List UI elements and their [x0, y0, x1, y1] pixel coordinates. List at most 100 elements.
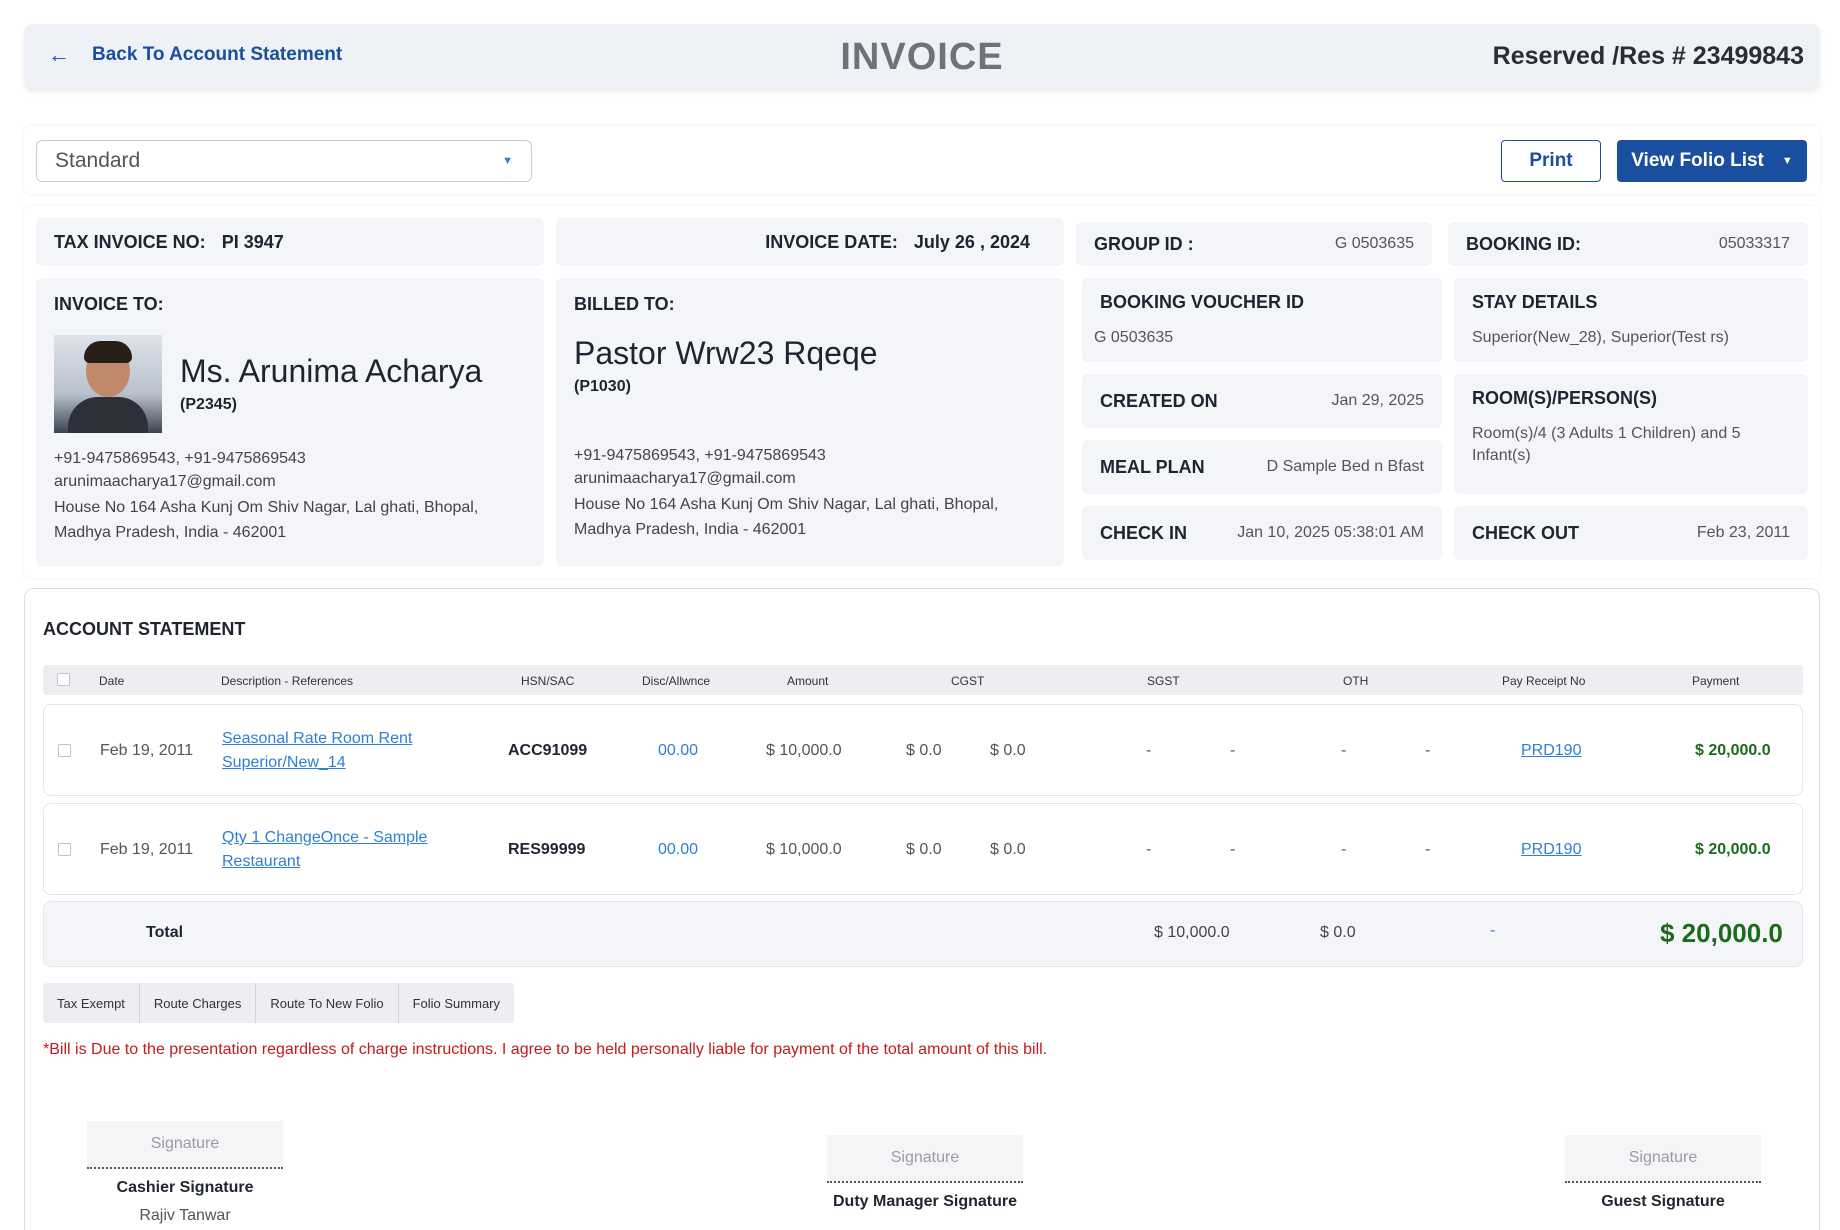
row-disc-link[interactable]: 00.00 [658, 742, 698, 760]
billed-to-phones: +91-9475869543, +91-9475869543 [574, 447, 826, 464]
cashier-signature-label: Cashier Signature [116, 1179, 254, 1196]
row-date: Feb 19, 2011 [100, 841, 194, 858]
row-sgst-rate: - [1146, 742, 1152, 759]
row-cgst-amount: $ 0.0 [990, 742, 1026, 759]
col-hsn: HSN/SAC [521, 674, 575, 688]
billed-to-card: BILLED TO: Pastor Wrw23 Rqeqe (P1030) +9… [556, 278, 1064, 566]
group-id-value: G 0503635 [1334, 235, 1414, 252]
tax-invoice-value: PI 3947 [221, 232, 284, 252]
row-receipt-link[interactable]: PRD190 [1521, 742, 1581, 760]
col-sgst: SGST [1147, 674, 1180, 688]
meal-plan: MEAL PLAN D Sample Bed n Bfast [1082, 440, 1442, 494]
row-receipt-link[interactable]: PRD190 [1521, 841, 1581, 859]
invoice-date-label: INVOICE DATE: [765, 232, 898, 252]
account-statement-title: ACCOUNT STATEMENT [43, 619, 246, 639]
voucher-label: BOOKING VOUCHER ID [1100, 292, 1305, 312]
avatar [54, 335, 162, 433]
booking-voucher: BOOKING VOUCHER ID G 0503635 [1082, 278, 1442, 362]
row-oth-amount: - [1425, 742, 1431, 759]
checkout-value: Feb 23, 2011 [1696, 524, 1790, 541]
guest-signature-box: Signature [1565, 1135, 1761, 1183]
col-disc: Disc/Allwnce [642, 674, 711, 688]
group-id-label: GROUP ID : [1094, 233, 1194, 254]
meal-label: MEAL PLAN [1100, 456, 1205, 477]
checkin-value: Jan 10, 2025 05:38:01 AM [1237, 524, 1424, 541]
stay-label: STAY DETAILS [1472, 292, 1598, 312]
billed-to-heading: BILLED TO: [574, 294, 675, 314]
invoice-details: TAX INVOICE NO: PI 3947 INVOICE DATE: July… [24, 206, 1820, 578]
tax-exempt-button[interactable]: Tax Exempt [43, 983, 140, 1023]
row-oth-amount: - [1425, 841, 1431, 858]
row-payment: $ 20,000.0 [1695, 742, 1771, 759]
invoice-template-select[interactable]: Standard ▼ [36, 140, 532, 182]
invoice-date: INVOICE DATE: July 26 , 2024 [556, 218, 1064, 266]
col-oth: OTH [1343, 674, 1369, 688]
table-row: Feb 19, 2011 Seasonal Rate Room Rent Supe… [43, 704, 1803, 796]
print-button[interactable]: Print [1501, 140, 1601, 182]
total-dash: - [1490, 922, 1496, 939]
stay-details: STAY DETAILS Superior(New_28), Superior(… [1454, 278, 1808, 362]
booking-id-label: BOOKING ID: [1466, 233, 1581, 254]
cashier-signature-box: Signature [87, 1121, 283, 1169]
table-row: Feb 19, 2011 Qty 1 ChangeOnce - Sample Re… [43, 803, 1803, 895]
booking-id: BOOKING ID: 05033317 [1448, 222, 1808, 266]
billed-to-code: (P1030) [574, 378, 631, 395]
meal-value: D Sample Bed n Bfast [1266, 458, 1424, 475]
view-folio-list-button[interactable]: View Folio List ▼ [1617, 140, 1807, 182]
invoice-toolbar: Standard ▼ Print View Folio List ▼ [24, 126, 1820, 194]
duty-manager-signature: Signature Duty Manager Signature [827, 1135, 1023, 1211]
row-cgst-rate: $ 0.0 [906, 742, 942, 759]
col-description: Description - References [221, 674, 354, 688]
voucher-value: G 0503635 [1094, 329, 1174, 346]
total-amount: $ 10,000.0 [1154, 924, 1230, 941]
stay-value: Superior(New_28), Superior(Test rs) [1472, 329, 1729, 346]
row-cgst-rate: $ 0.0 [906, 841, 942, 858]
statement-table-header: Date Description - References HSN/SAC Di… [43, 665, 1803, 695]
route-charges-button[interactable]: Route Charges [140, 983, 257, 1023]
check-out: CHECK OUT Feb 23, 2011 [1454, 506, 1808, 560]
row-checkbox[interactable] [58, 843, 71, 856]
folio-summary-button[interactable]: Folio Summary [399, 983, 514, 1023]
row-sgst-amount: - [1230, 742, 1236, 759]
row-checkbox[interactable] [58, 744, 71, 757]
row-date: Feb 19, 2011 [100, 742, 194, 759]
statement-actions: Tax Exempt Route Charges Route To New Fo… [43, 983, 515, 1023]
rooms-value: Room(s)/4 (3 Adults 1 Children) and 5 In… [1472, 425, 1741, 464]
row-hsn: RES99999 [508, 841, 586, 858]
duty-manager-signature-box: Signature [827, 1135, 1023, 1183]
created-label: CREATED ON [1100, 390, 1218, 411]
row-amount: $ 10,000.0 [766, 841, 842, 858]
row-oth-rate: - [1341, 841, 1347, 858]
caret-down-icon: ▼ [502, 155, 513, 167]
row-amount: $ 10,000.0 [766, 742, 842, 759]
col-payment: Payment [1692, 674, 1740, 688]
route-to-new-folio-button[interactable]: Route To New Folio [256, 983, 399, 1023]
liability-note: *Bill is Due to the presentation regardl… [43, 1041, 1048, 1058]
cashier-name: Rajiv Tanwar [139, 1207, 231, 1224]
invoice-to-address: House No 164 Asha Kunj Om Shiv Nagar, La… [54, 499, 479, 541]
total-tax: $ 0.0 [1320, 924, 1356, 941]
row-description-link[interactable]: Seasonal Rate Room Rent Superior/New_14 [222, 727, 412, 775]
invoice-to-card: INVOICE TO: Ms. Arunima Acharya (P2345) … [36, 278, 544, 566]
rooms-persons: ROOM(S)/PERSON(S) Room(s)/4 (3 Adults 1 … [1454, 374, 1808, 494]
duty-manager-signature-label: Duty Manager Signature [832, 1193, 1018, 1210]
checkin-label: CHECK IN [1100, 522, 1188, 543]
col-date: Date [99, 674, 125, 688]
row-cgst-amount: $ 0.0 [990, 841, 1026, 858]
guest-signature: Signature Guest Signature [1565, 1135, 1761, 1211]
billed-to-email: arunimaacharya17@gmail.com [574, 470, 796, 487]
invoice-to-phones: +91-9475869543, +91-9475869543 [54, 450, 306, 467]
invoice-to-email: arunimaacharya17@gmail.com [54, 473, 276, 490]
col-cgst: CGST [951, 674, 985, 688]
select-all-checkbox[interactable] [57, 673, 70, 686]
invoice-header: ← Back To Account Statement INVOICE Rese… [24, 24, 1820, 88]
created-on: CREATED ON Jan 29, 2025 [1082, 374, 1442, 428]
row-description-link[interactable]: Qty 1 ChangeOnce - Sample Restaurant [222, 826, 427, 874]
account-statement: ACCOUNT STATEMENT Date Description - Ref… [24, 588, 1820, 1230]
invoice-date-value: July 26 , 2024 [913, 232, 1030, 252]
checkout-label: CHECK OUT [1472, 522, 1579, 543]
total-row: Total $ 10,000.0 $ 0.0 - $ 20,000.0 [43, 901, 1803, 967]
billed-to-name: Pastor Wrw23 Rqeqe [574, 335, 878, 371]
check-in: CHECK IN Jan 10, 2025 05:38:01 AM [1082, 506, 1442, 560]
row-disc-link[interactable]: 00.00 [658, 841, 698, 859]
